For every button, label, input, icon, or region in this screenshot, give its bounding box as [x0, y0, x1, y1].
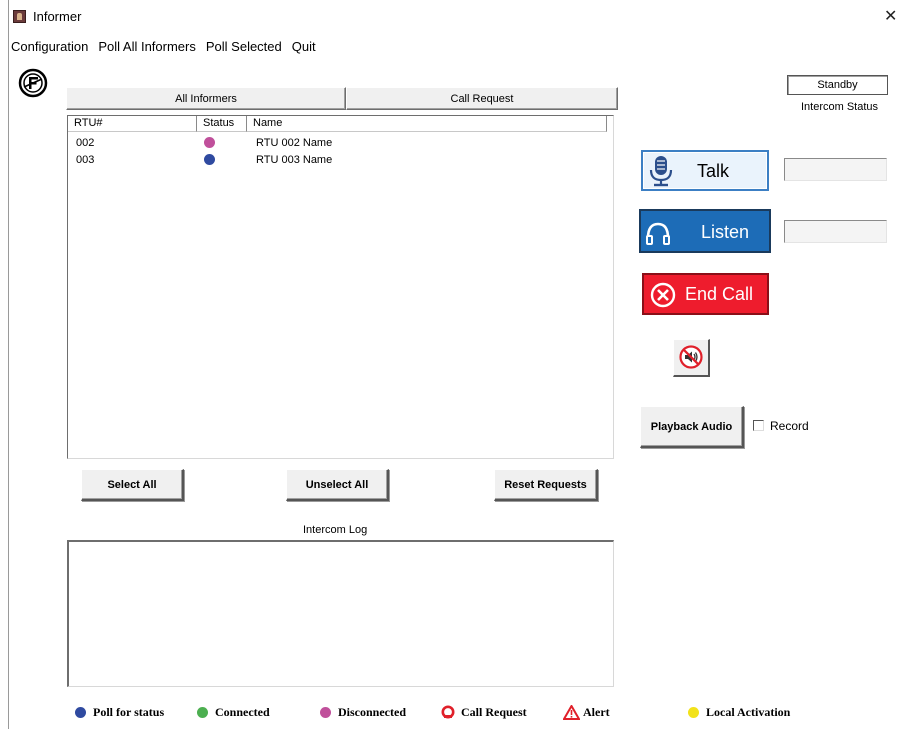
close-icon[interactable]: ✕ — [884, 7, 897, 25]
status-dot-icon — [204, 137, 215, 148]
window-title: Informer — [33, 9, 82, 24]
legend-disconnected: Disconnected — [320, 704, 406, 720]
app-icon — [13, 10, 26, 23]
unselect-all-button[interactable]: Unselect All — [286, 469, 389, 501]
record-label: Record — [770, 419, 809, 433]
speaker-muted-icon — [679, 345, 703, 369]
record-checkbox[interactable] — [753, 420, 764, 431]
menu-quit[interactable]: Quit — [291, 39, 317, 57]
intercom-status-value: Standby — [787, 75, 888, 95]
reset-requests-button[interactable]: Reset Requests — [494, 469, 598, 501]
blue-dot-icon — [75, 706, 86, 718]
legend-label: Poll for status — [93, 704, 165, 719]
legend-call-request: Call Request — [441, 704, 527, 720]
playback-audio-button[interactable]: Playback Audio — [640, 406, 744, 448]
legend-alert: Alert — [563, 704, 610, 720]
legend-label: Alert — [583, 704, 610, 719]
intercom-status-label: Intercom Status — [801, 101, 879, 113]
yellow-dot-icon — [688, 706, 699, 718]
table-row[interactable]: 003 RTU 003 Name — [68, 153, 608, 167]
tab-all-informers[interactable]: All Informers — [66, 87, 346, 110]
mute-button[interactable] — [673, 339, 710, 377]
status-dot-icon — [204, 154, 215, 165]
listen-status-field — [784, 220, 887, 243]
window-border — [8, 0, 9, 729]
listen-button[interactable]: Listen — [639, 209, 771, 253]
intercom-log-label: Intercom Log — [303, 524, 368, 536]
end-call-button[interactable]: End Call — [642, 273, 769, 315]
menu-configuration[interactable]: Configuration — [10, 39, 89, 57]
list-header: RTU# Status Name — [68, 116, 613, 132]
legend-label: Connected — [215, 704, 270, 719]
menu-poll-selected[interactable]: Poll Selected — [205, 39, 283, 57]
talk-button[interactable]: Talk — [641, 150, 769, 191]
table-row[interactable]: 002 RTU 002 Name — [68, 136, 608, 150]
column-header-name[interactable]: Name — [247, 116, 607, 132]
talk-status-field — [784, 158, 887, 181]
legend-poll-for-status: Poll for status — [75, 704, 164, 720]
listen-label: Listen — [701, 222, 750, 242]
legend-local-activation: Local Activation — [688, 704, 790, 720]
call-request-ring-icon — [441, 705, 455, 719]
pink-dot-icon — [320, 706, 331, 718]
title-bar — [9, 0, 899, 34]
talk-label: Talk — [697, 161, 730, 181]
menu-poll-all-informers[interactable]: Poll All Informers — [97, 39, 197, 57]
informers-list[interactable]: RTU# Status Name 002 RTU 002 Name 003 RT… — [67, 115, 614, 459]
headphones-icon — [646, 222, 670, 245]
select-all-button[interactable]: Select All — [81, 469, 184, 501]
column-header-rtu[interactable]: RTU# — [68, 116, 197, 132]
cell-rtu: 003 — [76, 154, 95, 166]
end-call-label: End Call — [685, 284, 754, 304]
microphone-icon — [649, 156, 673, 187]
tab-call-request[interactable]: Call Request — [346, 87, 618, 110]
cell-rtu: 002 — [76, 137, 95, 149]
legend-label: Disconnected — [338, 704, 406, 719]
intercom-log[interactable] — [67, 540, 614, 687]
menu-bar: Configuration Poll All Informers Poll Se… — [10, 39, 325, 57]
column-header-status[interactable]: Status — [197, 116, 247, 132]
legend-connected: Connected — [197, 704, 270, 720]
legend-label: Local Activation — [706, 704, 791, 719]
cell-name: RTU 003 Name — [256, 154, 333, 166]
green-dot-icon — [197, 706, 208, 718]
legend-label: Call Request — [461, 704, 527, 719]
cell-name: RTU 002 Name — [256, 137, 333, 149]
cancel-circle-icon — [650, 282, 676, 308]
company-logo-icon — [18, 68, 48, 98]
alert-triangle-icon — [563, 704, 580, 720]
